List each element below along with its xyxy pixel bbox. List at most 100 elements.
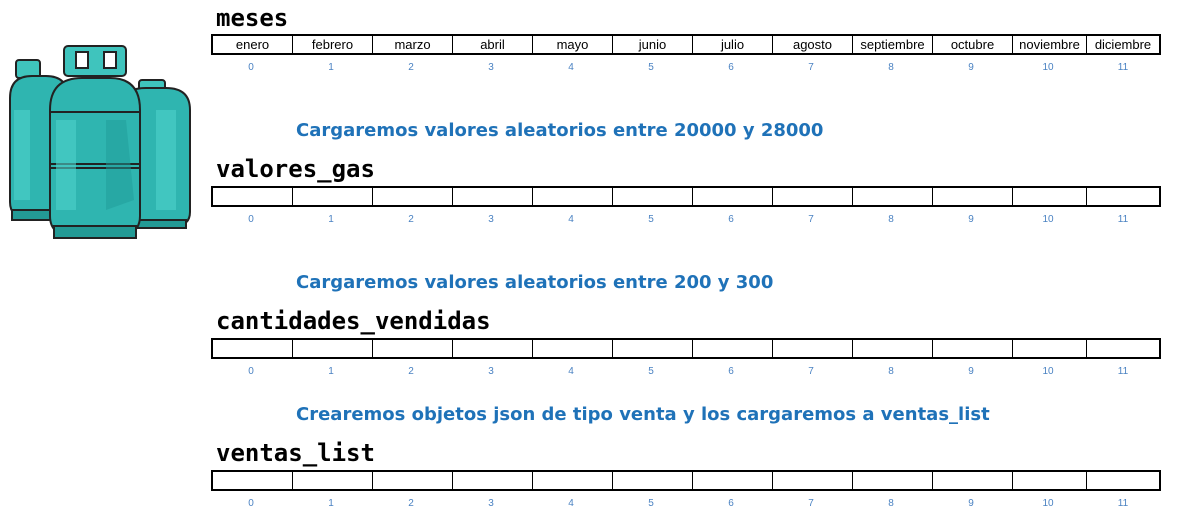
- array-cell: [373, 188, 453, 205]
- array-index: 1: [328, 62, 334, 73]
- array-index: 3: [488, 498, 494, 509]
- array-cell: junio: [613, 36, 693, 53]
- array-cell: [613, 188, 693, 205]
- array-cell: [293, 340, 373, 357]
- array-cell: [373, 340, 453, 357]
- array-index: 6: [728, 366, 734, 377]
- array-index: 9: [968, 214, 974, 225]
- array-cell: [293, 472, 373, 489]
- index-row: 0 1 2 3 4 5 6 7 8 9 10 11: [211, 61, 1161, 75]
- array-ventas-list: [211, 470, 1161, 491]
- array-index: 10: [1042, 214, 1054, 225]
- array-index: 11: [1117, 366, 1129, 377]
- array-index: 3: [488, 366, 494, 377]
- array-index: 10: [1042, 62, 1054, 73]
- array-cell: [453, 472, 533, 489]
- array-index: 7: [808, 214, 814, 225]
- array-index: 9: [968, 62, 974, 73]
- array-cell: octubre: [933, 36, 1013, 53]
- array-index: 8: [888, 498, 894, 509]
- cylinder-center: [49, 45, 141, 239]
- array-cell: [693, 340, 773, 357]
- array-cell: [453, 340, 533, 357]
- array-index: 8: [888, 214, 894, 225]
- array-index: 4: [568, 366, 574, 377]
- array-cell: [613, 472, 693, 489]
- array-cell: marzo: [373, 36, 453, 53]
- array-cell: [533, 188, 613, 205]
- array-cell: noviembre: [1013, 36, 1087, 53]
- array-index: 6: [728, 62, 734, 73]
- array-cell: [853, 472, 933, 489]
- array-index: 9: [968, 366, 974, 377]
- caption-ventas-list: Crearemos objetos json de tipo venta y l…: [296, 404, 990, 425]
- array-index: 7: [808, 62, 814, 73]
- array-cell: febrero: [293, 36, 373, 53]
- array-title-cantidades-vendidas: cantidades_vendidas: [216, 307, 491, 335]
- array-index: 9: [968, 498, 974, 509]
- array-cell: [213, 472, 293, 489]
- array-index: 6: [728, 214, 734, 225]
- array-cell: abril: [453, 36, 533, 53]
- array-cell: mayo: [533, 36, 613, 53]
- array-index: 5: [648, 214, 654, 225]
- array-cell: [1087, 472, 1159, 489]
- array-index: 4: [568, 62, 574, 73]
- array-index: 2: [408, 214, 414, 225]
- array-index: 0: [248, 498, 254, 509]
- array-title-meses: meses: [216, 4, 289, 32]
- array-title-ventas-list: ventas_list: [216, 439, 375, 467]
- array-cell: [693, 188, 773, 205]
- array-index: 3: [488, 214, 494, 225]
- array-index: 1: [328, 498, 334, 509]
- array-index: 11: [1117, 498, 1129, 509]
- array-cell: [533, 472, 613, 489]
- array-cell: [773, 340, 853, 357]
- array-cell: [693, 472, 773, 489]
- array-index: 1: [328, 366, 334, 377]
- array-index: 0: [248, 366, 254, 377]
- array-index: 7: [808, 366, 814, 377]
- array-cell: [213, 188, 293, 205]
- array-index: 5: [648, 498, 654, 509]
- array-index: 4: [568, 498, 574, 509]
- array-index: 5: [648, 366, 654, 377]
- array-index: 10: [1042, 366, 1054, 377]
- index-row: 0 1 2 3 4 5 6 7 8 9 10 11: [211, 213, 1161, 227]
- array-cell: [933, 472, 1013, 489]
- array-index: 4: [568, 214, 574, 225]
- array-index: 8: [888, 62, 894, 73]
- array-cell: [213, 340, 293, 357]
- array-cell: [373, 472, 453, 489]
- array-cell: [453, 188, 533, 205]
- array-cell: [1013, 188, 1087, 205]
- caption-valores-gas: Cargaremos valores aleatorios entre 2000…: [296, 120, 824, 141]
- array-cell: [853, 188, 933, 205]
- array-index: 11: [1117, 214, 1129, 225]
- array-index: 3: [488, 62, 494, 73]
- array-index: 8: [888, 366, 894, 377]
- array-title-valores-gas: valores_gas: [216, 155, 375, 183]
- array-index: 0: [248, 62, 254, 73]
- array-index: 2: [408, 62, 414, 73]
- array-cell: [773, 188, 853, 205]
- array-index: 7: [808, 498, 814, 509]
- array-index: 11: [1117, 62, 1129, 73]
- array-index: 5: [648, 62, 654, 73]
- array-cell: [773, 472, 853, 489]
- array-cell: [853, 340, 933, 357]
- array-cell: diciembre: [1094, 37, 1152, 52]
- array-cell: enero: [213, 36, 293, 53]
- array-cell: [613, 340, 693, 357]
- array-cell: septiembre: [853, 36, 933, 53]
- index-row: 0 1 2 3 4 5 6 7 8 9 10 11: [211, 497, 1161, 511]
- array-cell: [1087, 188, 1159, 205]
- array-cell: [533, 340, 613, 357]
- array-index: 0: [248, 214, 254, 225]
- array-index: 1: [328, 214, 334, 225]
- array-cell: [1013, 472, 1087, 489]
- array-cell: agosto: [773, 36, 853, 53]
- array-index: 10: [1042, 498, 1054, 509]
- array-cell: [1013, 340, 1087, 357]
- array-cell: [933, 188, 1013, 205]
